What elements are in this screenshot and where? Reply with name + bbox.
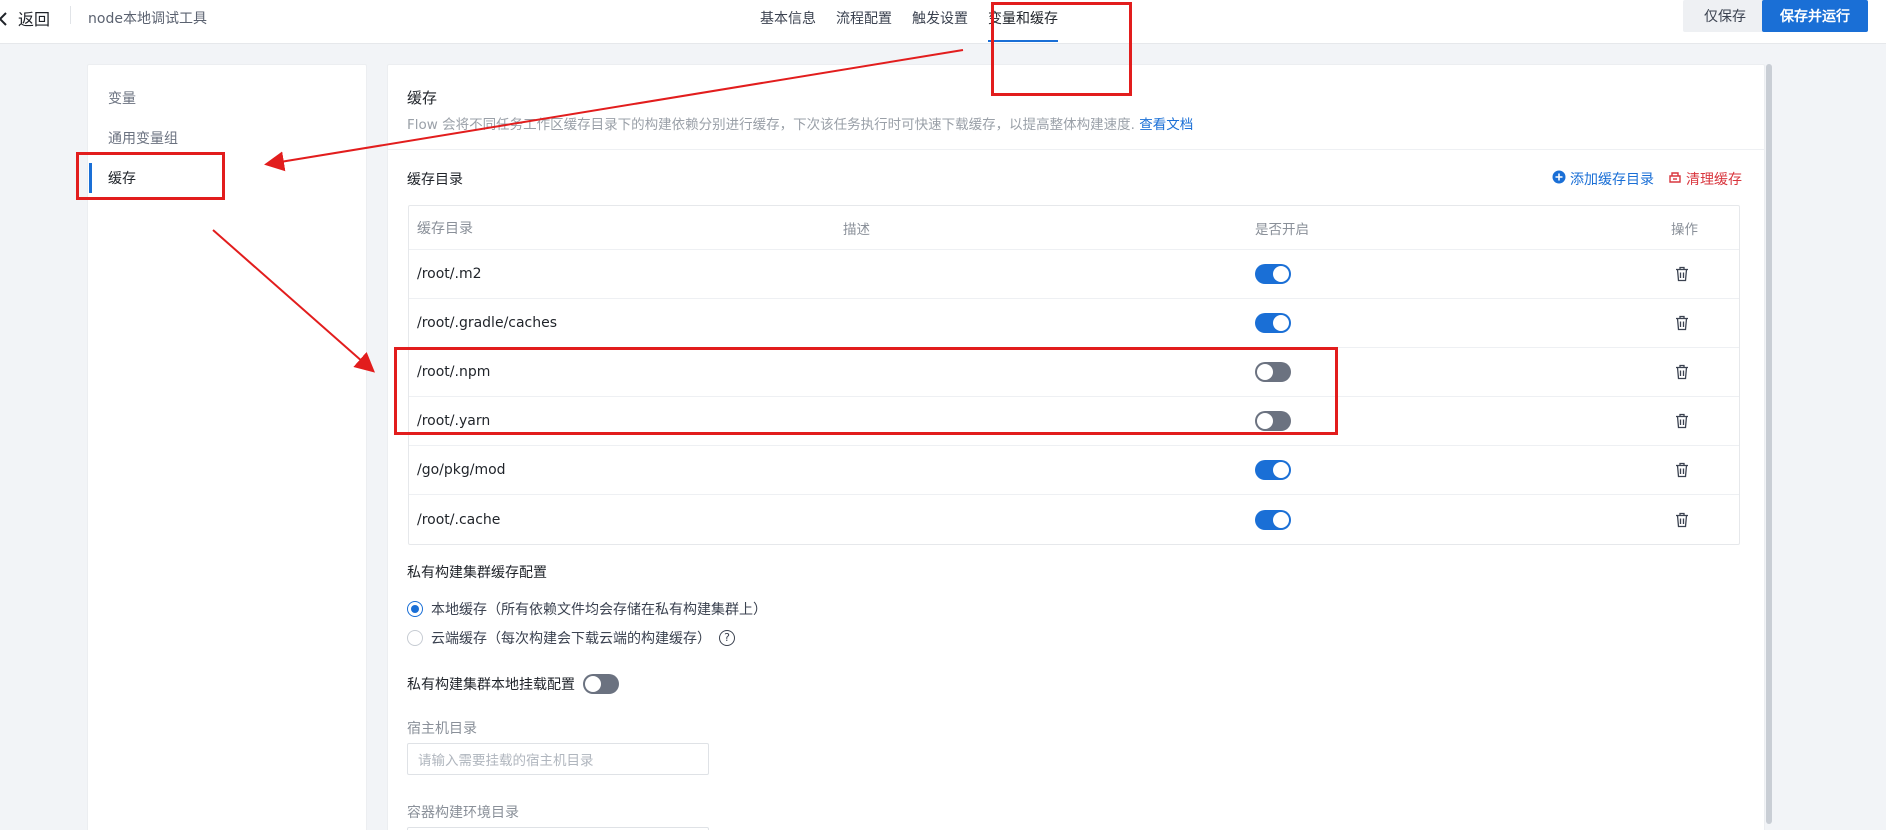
annotation-arrow <box>264 49 964 172</box>
annotation-arrow <box>212 229 376 373</box>
annotation-arrows <box>212 49 964 373</box>
